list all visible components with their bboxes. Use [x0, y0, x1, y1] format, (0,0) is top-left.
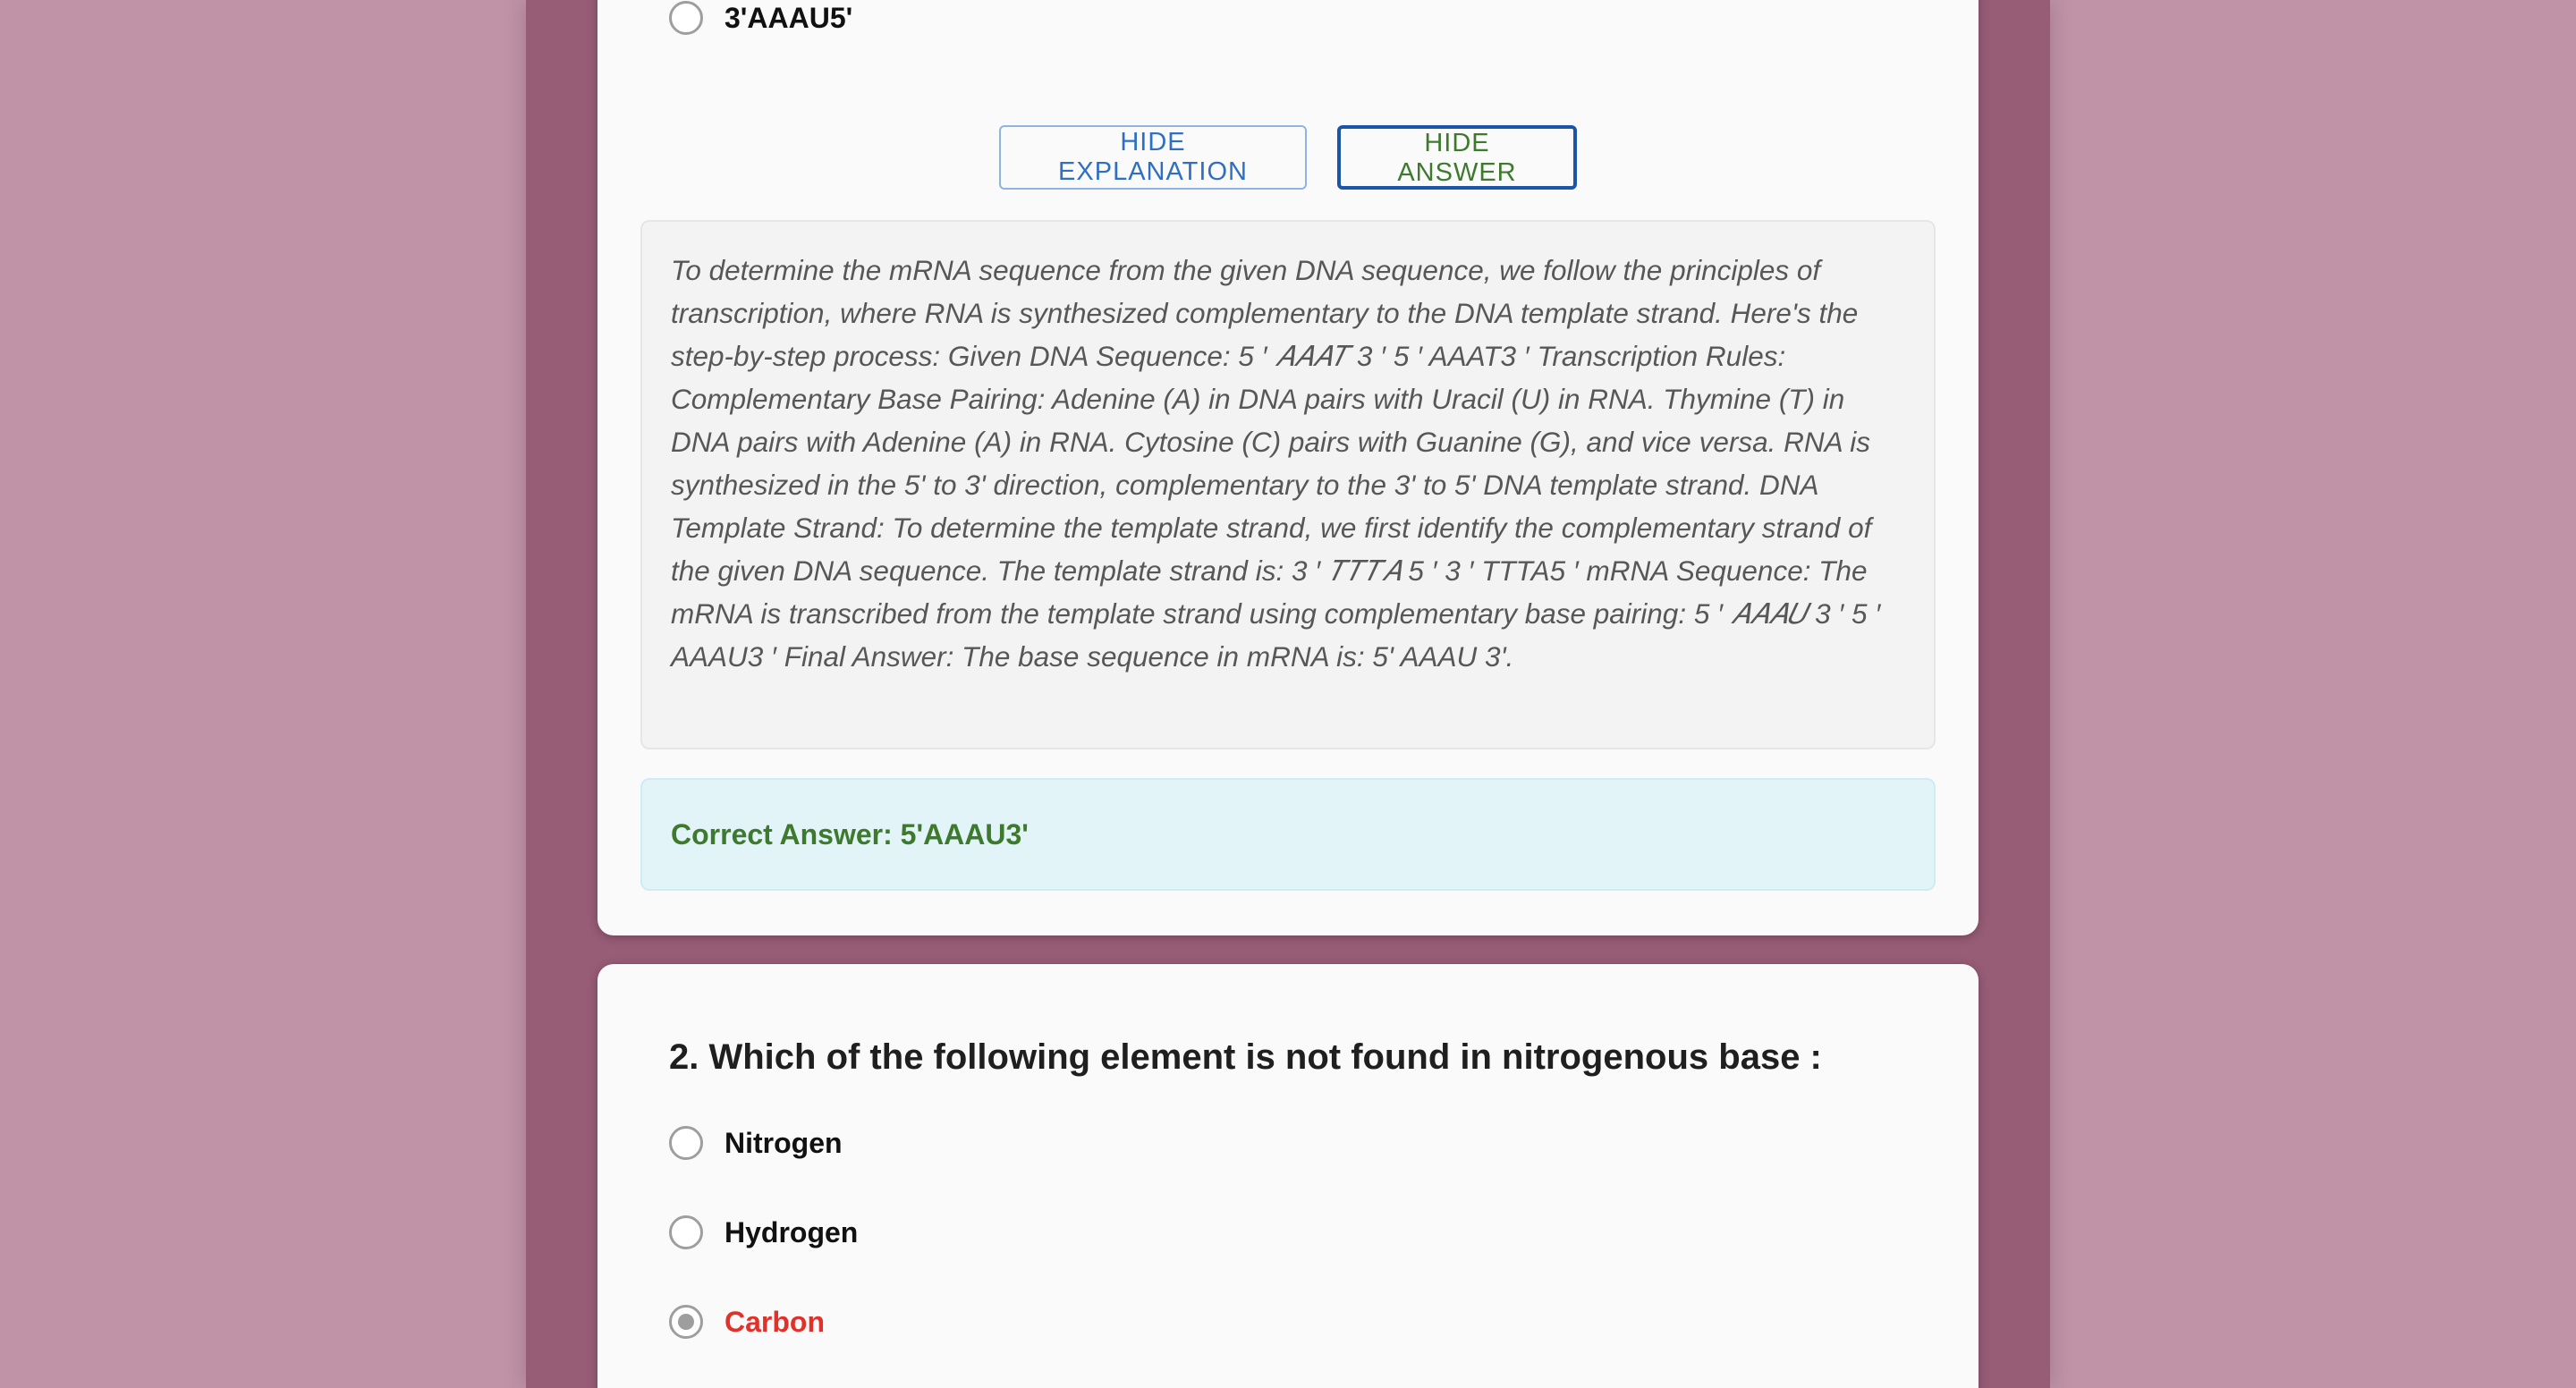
- correct-answer-box: Correct Answer: 5'AAAU3': [640, 778, 1936, 891]
- option-label-incorrect: Carbon: [724, 1305, 825, 1338]
- option-3aaau5[interactable]: 3'AAAU5': [669, 0, 852, 38]
- action-buttons: HIDE EXPLANATION HIDE ANSWER: [597, 125, 1979, 190]
- option-label: Hydrogen: [724, 1215, 859, 1248]
- question-card-1: 3'AAAU5' HIDE EXPLANATION HIDE ANSWER To…: [597, 0, 1979, 935]
- option-label: Nitrogen: [724, 1126, 843, 1159]
- question-title: 2. Which of the following element is not…: [669, 1037, 1822, 1077]
- radio-button[interactable]: [669, 1, 703, 35]
- radio-button[interactable]: [669, 1215, 703, 1249]
- radio-button-selected[interactable]: [669, 1305, 703, 1339]
- hide-answer-button[interactable]: HIDE ANSWER: [1337, 125, 1577, 190]
- radio-button[interactable]: [669, 1126, 703, 1160]
- option-hydrogen[interactable]: Hydrogen: [669, 1213, 858, 1252]
- option-label: 3'AAAU5': [724, 1, 853, 34]
- question-card-2: 2. Which of the following element is not…: [597, 964, 1979, 1388]
- hide-explanation-button[interactable]: HIDE EXPLANATION: [999, 125, 1307, 190]
- explanation-box: To determine the mRNA sequence from the …: [640, 220, 1936, 749]
- correct-answer-text: Correct Answer: 5'AAAU3': [671, 817, 1029, 851]
- option-nitrogen[interactable]: Nitrogen: [669, 1123, 843, 1163]
- option-carbon[interactable]: Carbon: [669, 1302, 825, 1341]
